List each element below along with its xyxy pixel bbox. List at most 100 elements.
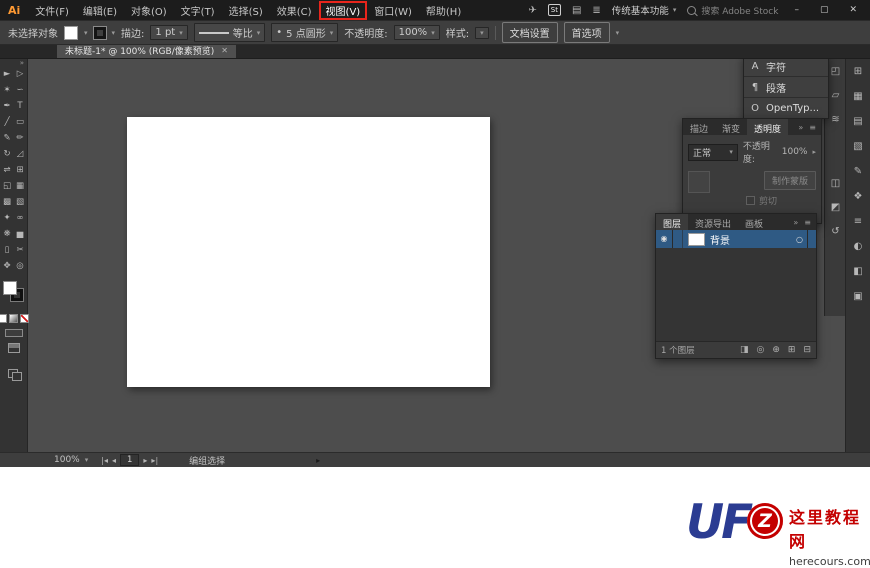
rotate-tool[interactable]: ↻ [1, 149, 13, 160]
menu-object[interactable]: 对象(O) [124, 1, 174, 20]
panel-opacity-value[interactable]: 100% [782, 147, 808, 157]
width-tool[interactable]: ⇌ [1, 165, 13, 176]
adobe-stock-icon[interactable]: St [548, 4, 561, 16]
new-layer-icon[interactable]: ⊞ [788, 345, 796, 355]
pencil-tool[interactable]: ✏ [14, 133, 26, 144]
shape-builder-tool[interactable]: ◱ [1, 181, 13, 192]
menu-effect[interactable]: 效果(C) [270, 1, 319, 20]
collapse-icon[interactable]: » [793, 218, 798, 227]
screen-mode-icon[interactable] [8, 343, 20, 353]
change-screen-icon[interactable] [8, 369, 20, 379]
drawing-modes-button[interactable] [5, 329, 23, 337]
menu-type[interactable]: 文字(T) [174, 1, 222, 20]
workspace-switcher[interactable]: 传统基本功能 ▾ [612, 3, 677, 17]
character-panel-tab[interactable]: A 字符 [744, 56, 828, 77]
mesh-tool[interactable]: ▩ [1, 197, 13, 208]
visibility-eye-icon[interactable]: ◉ [656, 230, 673, 248]
appearance-panel-icon[interactable]: ◐ [854, 241, 863, 253]
chevron-down-icon[interactable]: ▾ [85, 456, 89, 464]
make-mask-button[interactable]: 制作蒙版 [764, 171, 816, 190]
stroke-color-swatch[interactable] [94, 27, 106, 39]
type-tool[interactable]: T [14, 101, 26, 112]
brush-dropdown[interactable]: • 5 点圆形 ▾ [271, 23, 338, 42]
panel-menu-icon[interactable]: ≡ [809, 123, 816, 132]
artboard-tool[interactable]: ▯ [1, 245, 13, 256]
layer-thumbnail[interactable] [688, 233, 705, 246]
stroke-weight-dropdown[interactable]: 1 pt ▾ [150, 25, 187, 40]
hand-tool[interactable]: ✥ [1, 261, 13, 272]
info-panel-icon[interactable]: ◰ [831, 66, 840, 78]
chevron-down-icon[interactable]: ▾ [616, 29, 620, 37]
magic-wand-tool[interactable]: ✶ [1, 85, 13, 96]
make-clipping-mask-icon[interactable]: ◨ [740, 345, 749, 355]
opentype-panel-tab[interactable]: O OpenTyp... [744, 98, 828, 118]
chevron-right-icon[interactable]: ▸ [812, 148, 816, 156]
pathfinder-panel-icon[interactable]: ◫ [831, 178, 840, 190]
menu-select[interactable]: 选择(S) [222, 1, 270, 20]
paragraph-panel-tab[interactable]: ¶ 段落 [744, 77, 828, 98]
blend-mode-dropdown[interactable]: 正常 ▾ [688, 144, 738, 161]
previous-artboard-icon[interactable]: ◂ [112, 456, 116, 465]
direct-selection-tool[interactable]: ▷ [14, 69, 26, 80]
tab-asset-export[interactable]: 资源导出 [688, 214, 738, 230]
document-tab[interactable]: 未标题-1* @ 100% (RGB/像素预览) ✕ [57, 43, 236, 58]
locate-object-icon[interactable]: ◎ [757, 345, 765, 355]
swatches-panel-icon[interactable]: ▧ [853, 141, 862, 153]
graphic-styles-panel-icon[interactable]: ◧ [853, 266, 862, 278]
color-button[interactable] [0, 314, 7, 323]
zoom-level[interactable]: 100% [54, 455, 80, 465]
delete-layer-icon[interactable]: ⊟ [803, 345, 811, 355]
maximize-button[interactable]: ▢ [815, 5, 834, 15]
target-circle-icon[interactable]: ○ [796, 235, 803, 244]
menu-window[interactable]: 窗口(W) [367, 1, 419, 20]
tab-layers[interactable]: 图层 [656, 214, 688, 230]
paintbrush-tool[interactable]: ✎ [1, 133, 13, 144]
libraries-panel-icon[interactable]: ⊞ [854, 66, 862, 78]
artboard-number-input[interactable]: 1 [120, 454, 139, 466]
artboard[interactable] [127, 117, 490, 387]
minimize-button[interactable]: – [789, 5, 804, 15]
collapse-icon[interactable]: » [798, 123, 803, 132]
menu-file[interactable]: 文件(F) [28, 1, 76, 20]
blend-tool[interactable]: ∞ [14, 213, 26, 224]
slice-tool[interactable]: ✂ [14, 245, 26, 256]
lock-cell[interactable] [673, 230, 683, 248]
fill-color-swatch[interactable] [3, 281, 17, 295]
style-label[interactable]: 样式: [446, 25, 469, 40]
pen-tool[interactable]: ✒ [1, 101, 13, 112]
zoom-tool[interactable]: ◎ [14, 261, 26, 272]
document-setup-button[interactable]: 文档设置 [502, 22, 558, 43]
panel-opacity-label[interactable]: 不透明度: [743, 139, 777, 165]
gradient-tool[interactable]: ▧ [14, 197, 26, 208]
tab-gradient[interactable]: 渐变 [715, 119, 747, 135]
eyedropper-tool[interactable]: ✦ [1, 213, 13, 224]
style-dropdown[interactable]: ▾ [475, 27, 489, 39]
lasso-tool[interactable]: ∽ [14, 85, 26, 96]
clip-checkbox-row[interactable]: 剪切 [746, 194, 777, 207]
tab-transparency[interactable]: 透明度 [747, 119, 788, 135]
search-box[interactable]: 搜索 Adobe Stock [687, 4, 778, 17]
panel-menu-icon[interactable]: ≡ [804, 218, 811, 227]
first-artboard-icon[interactable]: |◂ [101, 456, 108, 465]
opacity-dropdown[interactable]: 100% ▾ [394, 25, 440, 40]
fill-color-swatch[interactable] [64, 26, 78, 40]
navigator-panel-icon[interactable]: ◩ [831, 202, 840, 214]
menu-help[interactable]: 帮助(H) [419, 1, 468, 20]
stroke-label[interactable]: 描边: [121, 25, 144, 40]
tab-stroke[interactable]: 描边 [683, 119, 715, 135]
layer-row[interactable]: ◉ 背景 ○ [656, 230, 816, 248]
next-artboard-icon[interactable]: ▸ [143, 456, 147, 465]
gradient-button[interactable] [9, 314, 18, 323]
checkbox-icon[interactable] [746, 196, 755, 205]
symbol-sprayer-tool[interactable]: ❋ [1, 229, 13, 240]
status-flyout-icon[interactable]: ▸ [316, 456, 320, 465]
new-sublayer-icon[interactable]: ⊕ [772, 345, 780, 355]
menu-view[interactable]: 视图(V) [319, 1, 368, 20]
chevron-down-icon[interactable]: ▾ [112, 29, 116, 37]
history-panel-icon[interactable]: ↺ [831, 226, 839, 238]
scale-tool[interactable]: ◿ [14, 149, 26, 160]
arrange-documents-icon[interactable]: ▤ [572, 5, 581, 16]
align-panel-icon[interactable]: ≋ [831, 114, 839, 126]
brushes-panel-icon[interactable]: ✎ [854, 166, 862, 178]
color-panel-icon[interactable]: ▦ [853, 91, 862, 103]
